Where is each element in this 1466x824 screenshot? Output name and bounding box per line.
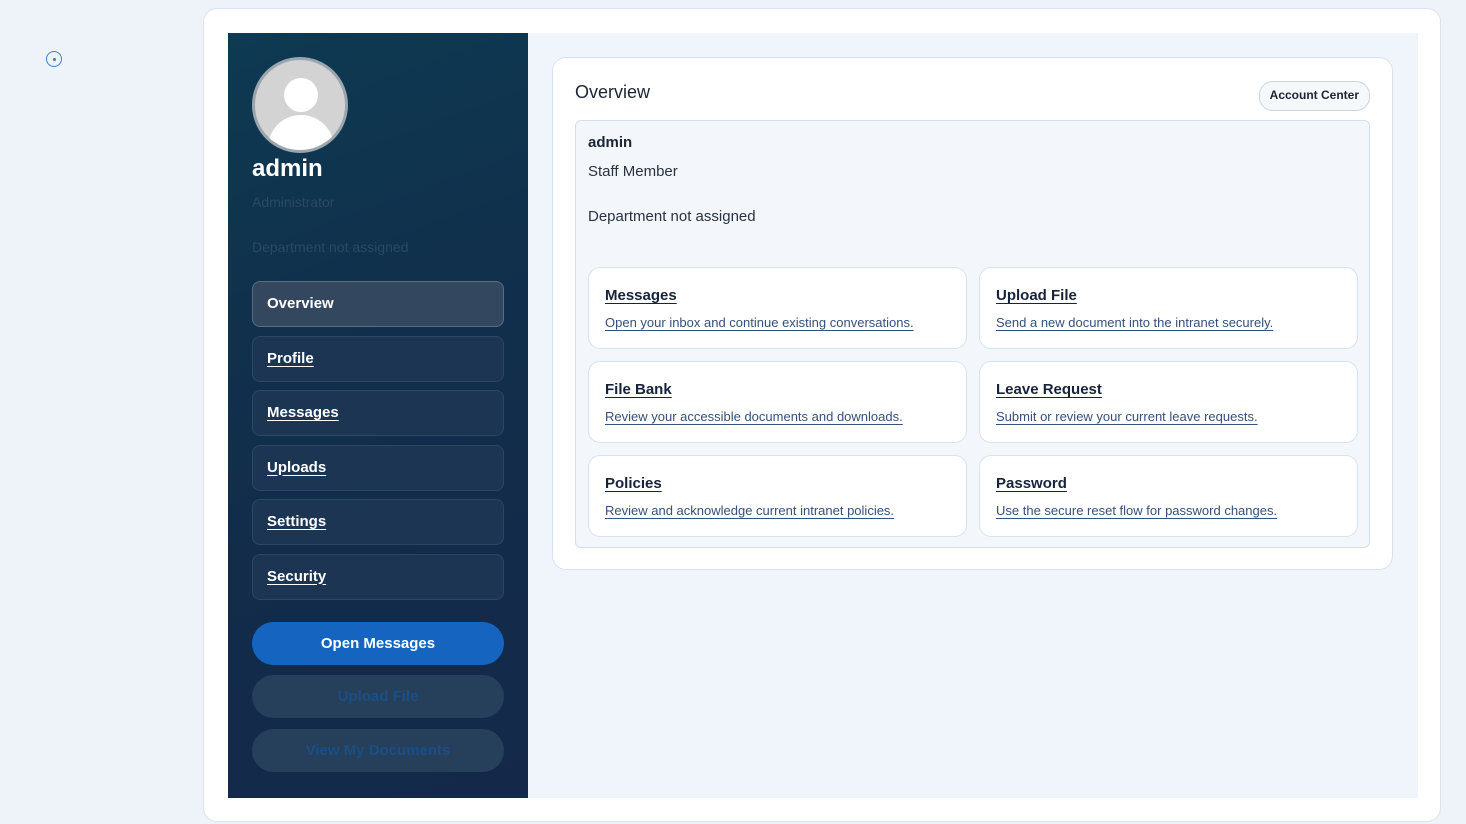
sidebar-item-messages[interactable]: Messages — [252, 390, 504, 436]
info-department: Department not assigned — [588, 208, 756, 225]
tile-title: Upload File — [996, 287, 1077, 304]
tile-file-bank[interactable]: File Bank Review your accessible documen… — [588, 361, 967, 443]
info-role: Staff Member — [588, 163, 678, 180]
info-name: admin — [588, 134, 633, 151]
account-center-button[interactable]: Account Center — [1258, 81, 1370, 111]
tile-title: File Bank — [605, 381, 672, 398]
open-messages-button[interactable]: Open Messages — [252, 622, 504, 665]
sidebar-item-label: Uploads — [267, 458, 327, 476]
sidebar-item-uploads[interactable]: Uploads — [252, 444, 504, 491]
user-info-panel: admin Staff Member Department not assign… — [575, 120, 1370, 548]
sidebar-item-security[interactable]: Security — [252, 553, 504, 600]
sidebar-item-label: Settings — [267, 513, 327, 530]
upload-file-button[interactable]: Upload File — [252, 675, 504, 718]
tile-description: Use the secure reset flow for password c… — [996, 503, 1278, 518]
tile-leave-request[interactable]: Leave Request Submit or review your curr… — [979, 361, 1358, 443]
sidebar-item-label: Security — [267, 567, 327, 585]
tile-description: Review your accessible documents and dow… — [605, 409, 903, 424]
view-documents-button[interactable]: View My Documents — [252, 729, 504, 772]
sidebar-item-label: Overview — [267, 295, 334, 312]
tile-description: Review and acknowledge current intranet … — [605, 503, 895, 518]
tile-description: Open your inbox and continue existing co… — [605, 315, 914, 330]
sidebar: admin Administrator Department not assig… — [228, 33, 528, 798]
tile-policies[interactable]: Policies Review and acknowledge current … — [588, 455, 967, 537]
tile-upload-file[interactable]: Upload File Send a new document into the… — [979, 267, 1358, 349]
tile-password[interactable]: Password Use the secure reset flow for p… — [979, 455, 1358, 537]
sidebar-item-settings[interactable]: Settings — [252, 499, 504, 545]
target-icon[interactable] — [46, 51, 62, 67]
user-silhouette-icon — [284, 78, 318, 112]
tile-description: Send a new document into the intranet se… — [996, 315, 1274, 330]
user-department: Department not assigned — [252, 239, 409, 255]
tile-description: Submit or review your current leave requ… — [996, 409, 1258, 424]
sidebar-item-label: Profile — [267, 349, 314, 367]
main-content: Overview Account Center admin Staff Memb… — [528, 33, 1418, 798]
sidebar-item-label: Messages — [267, 404, 339, 421]
user-role: Administrator — [252, 194, 335, 210]
tile-title: Password — [996, 475, 1067, 492]
tile-title: Policies — [605, 475, 662, 492]
tile-title: Leave Request — [996, 381, 1102, 398]
user-name: admin — [252, 155, 323, 182]
tile-title: Messages — [605, 287, 677, 304]
overview-title: Overview — [575, 82, 651, 102]
sidebar-item-profile[interactable]: Profile — [252, 335, 504, 382]
overview-card: Overview Account Center admin Staff Memb… — [552, 57, 1393, 570]
sidebar-item-overview[interactable]: Overview — [252, 281, 504, 327]
sidebar-nav: Overview Profile Messages Uploads Settin… — [252, 281, 504, 608]
tile-messages[interactable]: Messages Open your inbox and continue ex… — [588, 267, 967, 349]
avatar — [252, 57, 348, 153]
